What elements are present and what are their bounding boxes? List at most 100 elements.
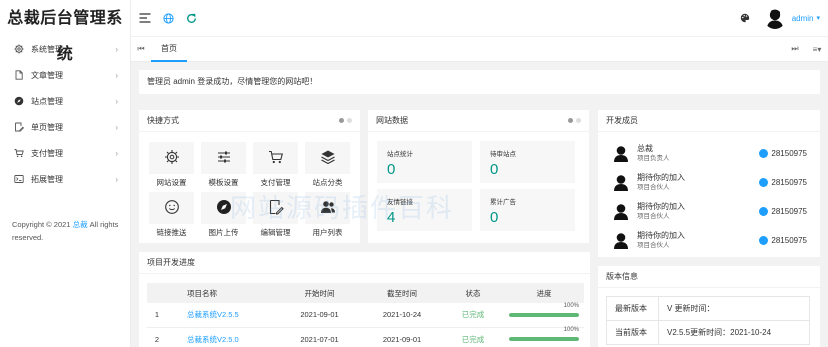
compass-icon	[12, 96, 26, 106]
stat-value: 0	[490, 161, 499, 178]
column-header: 开始时间	[277, 283, 362, 303]
member-qq[interactable]: 28150975	[759, 235, 807, 245]
stat-label: 待审站点	[490, 151, 516, 158]
stat-value: 0	[490, 209, 499, 226]
status-text: 已完成	[442, 327, 504, 347]
column-header	[147, 283, 167, 303]
sidebar-item-label: 单页管理	[31, 122, 63, 132]
carousel-dot[interactable]	[576, 118, 581, 123]
sidebar-item-sites[interactable]: 站点管理 ›	[0, 88, 130, 114]
quick-links-card: 快捷方式 网站设置 模板设置 支付管理 站点分类 链接推送 图片上传 编辑管理 …	[139, 110, 360, 243]
column-header: 进度	[504, 283, 584, 303]
qq-number: 28150975	[771, 235, 807, 245]
sidebar-item-label: 支付管理	[31, 148, 63, 158]
chevron-right-icon: ›	[115, 148, 118, 158]
sidebar-item-label: 系统管理	[31, 44, 63, 54]
cart-icon	[12, 148, 26, 158]
quick-link-user-list[interactable]: 用户列表	[305, 192, 350, 240]
carousel-dot[interactable]	[568, 118, 573, 123]
carousel-dots[interactable]	[336, 118, 352, 123]
card-title-text: 项目开发进度	[147, 257, 195, 267]
quick-link-payments[interactable]: 支付管理	[253, 142, 298, 190]
quick-link-label: 链接推送	[156, 228, 187, 237]
tab-menu-icon[interactable]: ≡▾	[806, 45, 828, 54]
quick-link-image-upload[interactable]: 图片上传	[201, 192, 246, 240]
stat-total-ads[interactable]: 累计广告 0	[480, 189, 575, 231]
quick-link-template-settings[interactable]: 模板设置	[201, 142, 246, 190]
quick-link-label: 支付管理	[260, 178, 291, 187]
member-name: 期待你的加入	[637, 172, 685, 182]
version-info-card: 版本信息 最新版本 V 更新时间： 当前版本 V2.5.5更新时间：2021-1…	[598, 266, 820, 347]
user-name[interactable]: admin	[792, 14, 814, 23]
quick-link-label: 模板设置	[208, 178, 239, 187]
stat-label: 站点统计	[387, 151, 413, 158]
compass-icon	[216, 199, 232, 217]
member-avatar	[614, 146, 628, 162]
dev-members-card: 开发成员 总裁 项目负责人 28150975 期待你的加入 项目合伙人 2815…	[598, 110, 820, 257]
copyright-link[interactable]: 总裁	[73, 220, 88, 229]
quick-link-site-settings[interactable]: 网站设置	[149, 142, 194, 190]
progress-bar: 100%	[509, 303, 579, 317]
status-text: 已完成	[442, 303, 504, 328]
qq-number: 28150975	[771, 148, 807, 158]
member-name: 期待你的加入	[637, 230, 685, 240]
qq-icon	[759, 148, 769, 158]
quick-links-title: 快捷方式	[139, 110, 360, 132]
sidebar-item-payments[interactable]: 支付管理 ›	[0, 140, 130, 166]
sidebar-item-label: 文章管理	[31, 70, 63, 80]
member-avatar	[614, 204, 628, 220]
table-header-row: 项目名称 开始时间 截至时间 状态 进度	[147, 283, 584, 303]
carousel-dots[interactable]	[565, 118, 581, 123]
theme-palette-icon[interactable]	[740, 13, 750, 23]
carousel-dot[interactable]	[339, 118, 344, 123]
tab-home[interactable]: 首页	[151, 36, 187, 62]
tab-scroll-left-icon[interactable]: ⏮	[131, 44, 151, 54]
member-qq[interactable]: 28150975	[759, 148, 807, 158]
chevron-right-icon: ›	[115, 96, 118, 106]
smile-icon	[164, 199, 180, 217]
column-header: 截至时间	[362, 283, 442, 303]
version-value: V2.5.5更新时间：2021-10-24	[658, 320, 810, 345]
member-qq[interactable]: 28150975	[759, 206, 807, 216]
chevron-down-icon[interactable]: ▾	[816, 14, 820, 22]
stat-pending-sites[interactable]: 待审站点 0	[480, 141, 575, 183]
end-date: 2021-10-24	[362, 303, 442, 328]
extension-icon	[12, 174, 26, 184]
sidebar-item-pages[interactable]: 单页管理 ›	[0, 114, 130, 140]
tab-scroll-right-icon[interactable]: ⏭	[784, 44, 806, 54]
member-role: 项目负责人	[637, 154, 670, 162]
quick-link-label: 网站设置	[156, 178, 187, 187]
refresh-icon[interactable]	[186, 13, 197, 24]
member-item: 总裁 项目负责人 28150975	[612, 141, 807, 165]
site-stats-title: 网站数据	[368, 110, 589, 132]
progress-percent: 100%	[563, 302, 579, 309]
sidebar-item-extensions[interactable]: 拓展管理 ›	[0, 166, 130, 192]
member-qq[interactable]: 28150975	[759, 177, 807, 187]
qq-icon	[759, 235, 769, 245]
row-number: 2	[147, 327, 167, 347]
stat-friend-links[interactable]: 友情链接 4	[377, 189, 472, 231]
gear-icon	[12, 44, 26, 54]
chevron-right-icon: ›	[115, 122, 118, 132]
users-icon	[320, 199, 336, 217]
quick-link-label: 用户列表	[312, 228, 343, 237]
avatar[interactable]	[763, 7, 786, 29]
carousel-dot[interactable]	[347, 118, 352, 123]
project-name-link[interactable]: 总裁系统V2.5.0	[167, 327, 277, 347]
top-header: admin ▾	[131, 0, 828, 36]
sliders-icon	[216, 149, 232, 167]
project-name-link[interactable]: 总裁系统V2.5.5	[167, 303, 277, 328]
quick-link-edit-management[interactable]: 编辑管理	[253, 192, 298, 240]
app-logo-title[interactable]: 总裁后台管理系统	[0, 0, 130, 63]
globe-icon[interactable]	[163, 12, 174, 24]
copyright-prefix: Copyright © 2021	[12, 220, 71, 229]
sidebar-item-label: 站点管理	[31, 96, 63, 106]
menu-toggle-icon[interactable]	[139, 13, 151, 23]
stat-site-count[interactable]: 站点统计 0	[377, 141, 472, 183]
quick-link-site-categories[interactable]: 站点分类	[305, 142, 350, 190]
sidebar: 总裁后台管理系统 系统管理 › 文章管理 › 站点管理 › 单页管理 › 支付管…	[0, 0, 131, 347]
copyright-text: Copyright © 2021 总裁 All rights reserved.	[12, 218, 122, 244]
row-number: 1	[147, 303, 167, 328]
version-key: 当前版本	[606, 320, 659, 345]
quick-link-link-push[interactable]: 链接推送	[149, 192, 194, 240]
